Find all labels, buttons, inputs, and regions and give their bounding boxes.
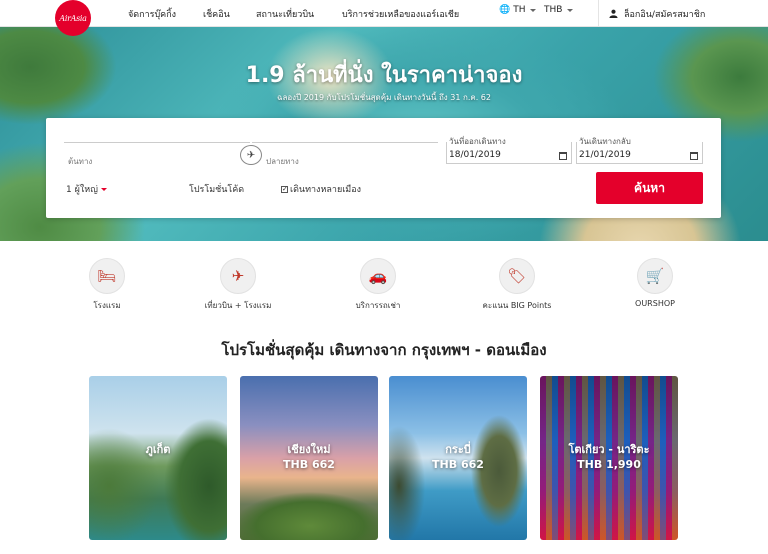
promo-card-krabi[interactable]: กระบี่ THB 662 xyxy=(389,376,527,540)
globe-icon: 🌐 xyxy=(499,5,511,15)
service-big-points[interactable]: 🏷 คะแนน BIG Points xyxy=(462,258,572,312)
depart-date-label: วันที่ออกเดินทาง xyxy=(449,135,509,148)
service-car-rental[interactable]: 🚗 บริการรถเช่า xyxy=(323,258,433,312)
destination-placeholder: ปลายทาง xyxy=(266,157,299,166)
service-label: โรงแรม xyxy=(93,301,121,310)
chevron-down-icon xyxy=(530,8,537,12)
car-rental-icon: 🚗 xyxy=(360,258,396,294)
logo-text: AirAsia xyxy=(59,13,87,23)
return-date-value: 21/01/2019 xyxy=(579,150,631,160)
multi-city-option[interactable]: ✓ เดินทางหลายเมือง xyxy=(281,182,361,196)
nav-manage-booking[interactable]: จัดการบุ๊คกิ้ง xyxy=(128,7,176,21)
swap-route-button[interactable]: ✈ xyxy=(240,145,262,165)
flight-search-form: ต้นทาง ✈ ปลายทาง วันที่ออกเดินทาง 18/01/… xyxy=(46,118,721,218)
multi-city-checkbox-icon[interactable]: ✓ xyxy=(281,185,288,193)
return-date-label: วันเดินทางกลับ xyxy=(579,135,634,148)
hotel-icon: 🛏 xyxy=(89,258,125,294)
currency-selector[interactable]: THB xyxy=(544,5,574,15)
shopping-cart-icon: 🛒 xyxy=(637,258,673,294)
login-label: ล็อกอิน/สมัครสมาชิก xyxy=(624,9,706,20)
service-ourshop[interactable]: 🛒 OURSHOP xyxy=(600,258,710,308)
calendar-icon xyxy=(559,152,567,160)
login-button[interactable]: ล็อกอิน/สมัครสมาชิก xyxy=(598,0,705,27)
user-icon xyxy=(609,9,618,18)
service-label: คะแนน BIG Points xyxy=(482,301,552,310)
promo-card-tokyo[interactable]: โตเกียว - นาริตะ THB 1,990 xyxy=(540,376,678,540)
passenger-value: 1 ผู้ใหญ่ xyxy=(66,185,98,195)
service-label: เที่ยวบิน + โรงแรม xyxy=(204,301,272,310)
origin-placeholder: ต้นทาง xyxy=(68,157,93,166)
nav-airasia-help[interactable]: บริการช่วยเหลือของแอร์เอเชีย xyxy=(342,7,459,21)
promo-card-price: THB 1,990 xyxy=(577,458,641,471)
passenger-selector[interactable]: 1 ผู้ใหญ่ xyxy=(66,182,107,196)
hero-subtitle: ฉลองปี 2019 กับโปรโมชั่นสุดคุ้ม เดินทางว… xyxy=(277,93,491,102)
promo-code-link[interactable]: โปรโมชั่นโค้ด xyxy=(189,182,244,196)
depart-date-field[interactable]: วันที่ออกเดินทาง 18/01/2019 xyxy=(446,135,572,164)
return-date-field[interactable]: วันเดินทางกลับ 21/01/2019 xyxy=(576,135,703,164)
language-selector[interactable]: 🌐 TH xyxy=(499,5,537,15)
promo-card-price: THB 662 xyxy=(283,458,335,471)
hero-title: 1.9 ล้านที่นั่ง ในราคาน่าจอง xyxy=(245,63,523,88)
search-button[interactable]: ค้นหา xyxy=(596,172,703,204)
chevron-down-icon xyxy=(567,8,574,12)
nav-check-in[interactable]: เช็คอิน xyxy=(203,7,230,21)
language-value: TH xyxy=(513,5,526,15)
top-navigation: AirAsia จัดการบุ๊คกิ้ง เช็คอิน สถานะเที่… xyxy=(0,0,768,36)
promo-card-text: โตเกียว - นาริตะ THB 1,990 xyxy=(540,442,678,472)
promo-card-city: เชียงใหม่ xyxy=(287,443,331,456)
big-points-icon: 🏷 xyxy=(499,258,535,294)
chevron-down-icon xyxy=(100,187,107,191)
calendar-icon xyxy=(690,152,698,160)
promo-card-text: กระบี่ THB 662 xyxy=(389,442,527,472)
promo-card-city: ภูเก็ต xyxy=(145,443,171,456)
promo-card-city: โตเกียว - นาริตะ xyxy=(568,443,650,456)
origin-field-border xyxy=(64,142,250,143)
promotions-heading: โปรโมชั่นสุดคุ้ม เดินทางจาก กรุงเทพฯ - ด… xyxy=(221,341,547,359)
nav-flight-status[interactable]: สถานะเที่ยวบิน xyxy=(256,7,314,21)
currency-value: THB xyxy=(544,5,563,15)
service-label: บริการรถเช่า xyxy=(355,301,401,310)
service-hotel[interactable]: 🛏 โรงแรม xyxy=(52,258,162,312)
promo-card-text: เชียงใหม่ THB 662 xyxy=(240,442,378,472)
promo-card-price: THB 662 xyxy=(432,458,484,471)
promo-card-phuket[interactable]: ภูเก็ต xyxy=(89,376,227,540)
promo-card-text: ภูเก็ต xyxy=(89,442,227,457)
promo-card-chiang-mai[interactable]: เชียงใหม่ THB 662 xyxy=(240,376,378,540)
airplane-icon: ✈ xyxy=(246,149,256,161)
promo-card-city: กระบี่ xyxy=(445,443,471,456)
flight-hotel-icon: ✈ xyxy=(220,258,256,294)
service-label: OURSHOP xyxy=(635,299,675,308)
promo-code-label: โปรโมชั่นโค้ด xyxy=(189,185,245,195)
destination-field-border xyxy=(252,142,438,143)
multi-city-label: เดินทางหลายเมือง xyxy=(290,185,362,195)
depart-date-value: 18/01/2019 xyxy=(449,150,501,160)
airasia-logo[interactable]: AirAsia xyxy=(55,0,91,36)
service-flight-hotel[interactable]: ✈ เที่ยวบิน + โรงแรม xyxy=(183,258,293,312)
